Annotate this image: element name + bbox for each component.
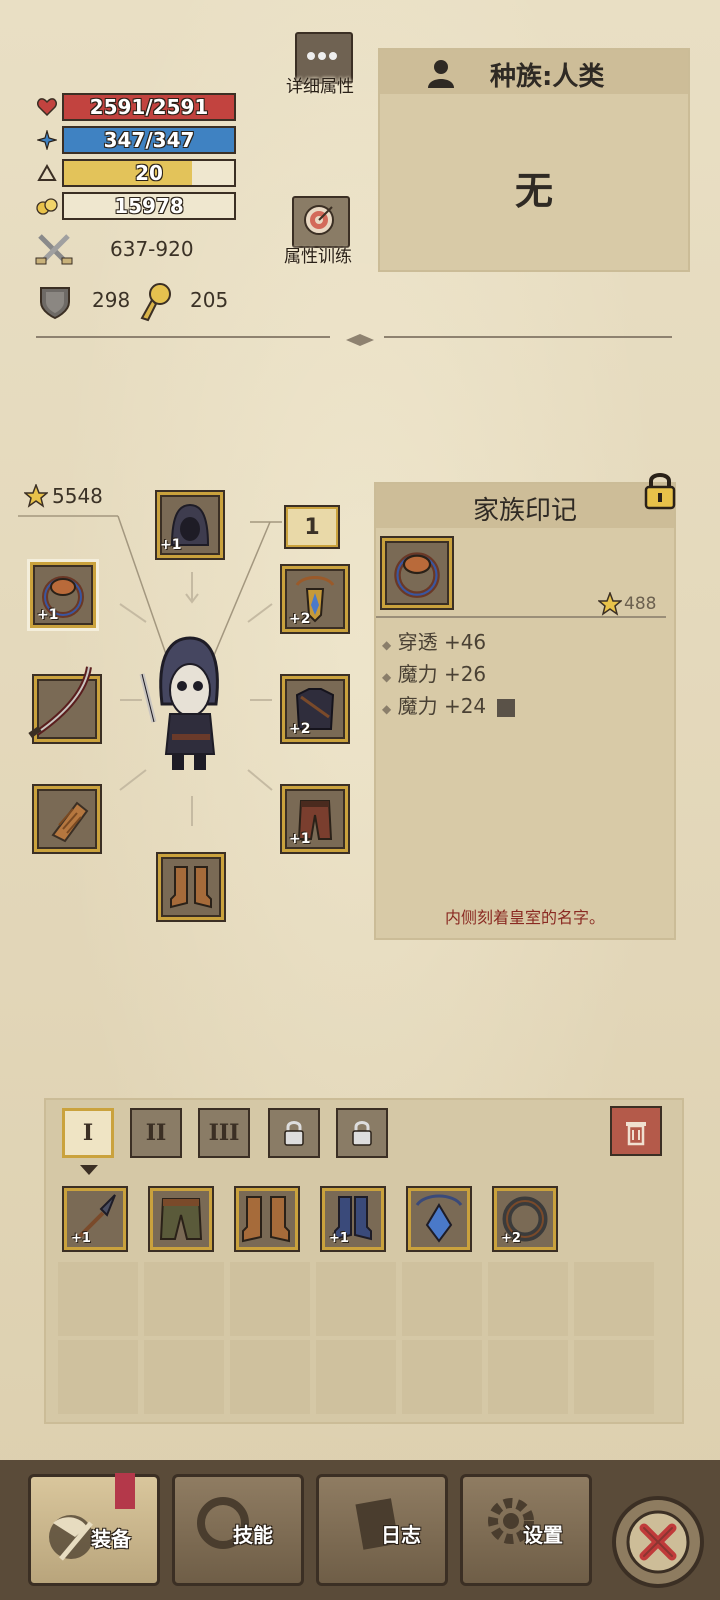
pants-slot-plus: +1 (289, 831, 311, 847)
close-button[interactable] (612, 1496, 704, 1588)
affix-text-3: 魔力 +24 (397, 694, 487, 718)
trash-icon (626, 1122, 646, 1146)
item-score: 488 (624, 594, 657, 614)
empty-inventory-cell[interactable] (488, 1262, 568, 1336)
empty-inventory-cell[interactable] (574, 1340, 654, 1414)
affix-bullet-icon: ◆ (382, 670, 392, 684)
empty-inventory-cell[interactable] (488, 1340, 568, 1414)
inventory-tab-1[interactable]: I (62, 1108, 114, 1158)
empty-inventory-cell[interactable] (58, 1262, 138, 1336)
item-detail-divider (376, 616, 666, 618)
padlock-icon (352, 1121, 372, 1146)
blue-amulet-icon (415, 1194, 463, 1243)
head-slot[interactable]: +1 (155, 490, 225, 560)
nav-log-label: 日志 (381, 1523, 421, 1547)
ring-slot[interactable]: +1 (27, 559, 99, 631)
inventory-item-boots[interactable] (234, 1186, 300, 1252)
boots-icon (242, 1196, 290, 1243)
bookmark-ribbon-icon (115, 1473, 135, 1509)
inventory-item-plus: +2 (501, 1231, 521, 1246)
pants-slot[interactable]: +1 (280, 784, 350, 854)
inventory-tab-2[interactable]: II (130, 1108, 182, 1158)
inventory-tab-3[interactable]: III (198, 1108, 250, 1158)
empty-inventory-cell[interactable] (402, 1262, 482, 1336)
head-slot-plus: +1 (160, 537, 182, 553)
affix-bullet-icon: ◆ (382, 638, 392, 652)
crest-ring-icon (394, 552, 440, 598)
lock-icon[interactable] (642, 470, 678, 514)
nav-skills-label: 技能 (233, 1523, 273, 1547)
empty-inventory-cell[interactable] (58, 1340, 138, 1414)
empty-inventory-cell[interactable] (402, 1340, 482, 1414)
nav-settings-button[interactable]: 设置 (460, 1474, 592, 1586)
ring-slot-plus: +1 (37, 607, 59, 623)
nav-skills-button[interactable]: 技能 (172, 1474, 304, 1586)
empty-inventory-cell[interactable] (574, 1262, 654, 1336)
necklace-slot-plus: +2 (289, 611, 311, 627)
affix-bullet-icon: ◆ (382, 702, 392, 716)
active-tab-pointer-icon (80, 1160, 98, 1179)
affix-row-2: ◆ 魔力 +26 (382, 658, 486, 687)
item-detail-panel: 家族印记 488 ◆ 穿透 +46 ◆ 魔力 +26 ◆ 魔力 +24 内侧刻着… (374, 482, 676, 940)
nav-equipment-label: 装备 (91, 1527, 131, 1551)
item-description: 内侧刻着皇室的名字。 (444, 908, 605, 927)
nav-equipment-button[interactable]: 装备 (28, 1473, 160, 1586)
empty-inventory-cell[interactable] (144, 1340, 224, 1414)
affix-text-1: 穿透 +46 (397, 630, 487, 654)
necklace-slot[interactable]: +2 (280, 564, 350, 634)
inventory-tab-locked-1[interactable] (268, 1108, 320, 1158)
armor-slot-plus: +2 (289, 721, 311, 737)
boots-slot-icon (170, 866, 212, 909)
tab-2-label: II (145, 1120, 167, 1146)
level-badge: 1 (284, 505, 340, 549)
empty-inventory-cell[interactable] (230, 1262, 310, 1336)
tab-3-label: III (208, 1120, 240, 1146)
affix-text-2: 魔力 +26 (397, 662, 487, 686)
inventory-item-plus: +1 (329, 1231, 349, 1246)
curved-sword-icon (28, 666, 92, 738)
weapon-slot[interactable] (28, 666, 102, 744)
armor-slot[interactable]: +2 (280, 674, 350, 744)
padlock-icon (284, 1121, 304, 1146)
boots-slot[interactable] (156, 852, 226, 922)
close-icon (626, 1510, 690, 1574)
affix-row-1: ◆ 穿透 +46 (382, 626, 486, 655)
empty-inventory-cell[interactable] (316, 1340, 396, 1414)
inventory-tab-locked-2[interactable] (336, 1108, 388, 1158)
reroll-icon[interactable] (496, 698, 515, 717)
item-detail-icon-frame (380, 536, 454, 610)
empty-inventory-cell[interactable] (144, 1262, 224, 1336)
affix-row-3: ◆ 魔力 +24 (382, 690, 515, 719)
nav-log-button[interactable]: 日志 (316, 1474, 448, 1586)
inventory-item-pants[interactable] (148, 1186, 214, 1252)
nav-settings-label: 设置 (523, 1523, 563, 1547)
inventory-item-blue-boots[interactable]: +1 (320, 1186, 386, 1252)
item-detail-title: 家族印记 (472, 496, 577, 526)
leather-pants-icon (159, 1198, 203, 1240)
inventory-item-ring[interactable]: +2 (492, 1186, 558, 1252)
inventory-item-spear[interactable]: +1 (62, 1186, 128, 1252)
hooded-character-avatar (132, 634, 242, 778)
inventory-item-plus: +1 (71, 1231, 91, 1246)
gloves-slot[interactable] (32, 784, 102, 854)
empty-inventory-cell[interactable] (230, 1340, 310, 1414)
discard-button[interactable] (610, 1106, 662, 1156)
level-badge-text: 1 (304, 514, 320, 540)
gauntlet-icon (51, 801, 89, 843)
tab-1-label: I (82, 1120, 94, 1146)
inventory-item-amulet[interactable] (406, 1186, 472, 1252)
empty-inventory-cell[interactable] (316, 1262, 396, 1336)
